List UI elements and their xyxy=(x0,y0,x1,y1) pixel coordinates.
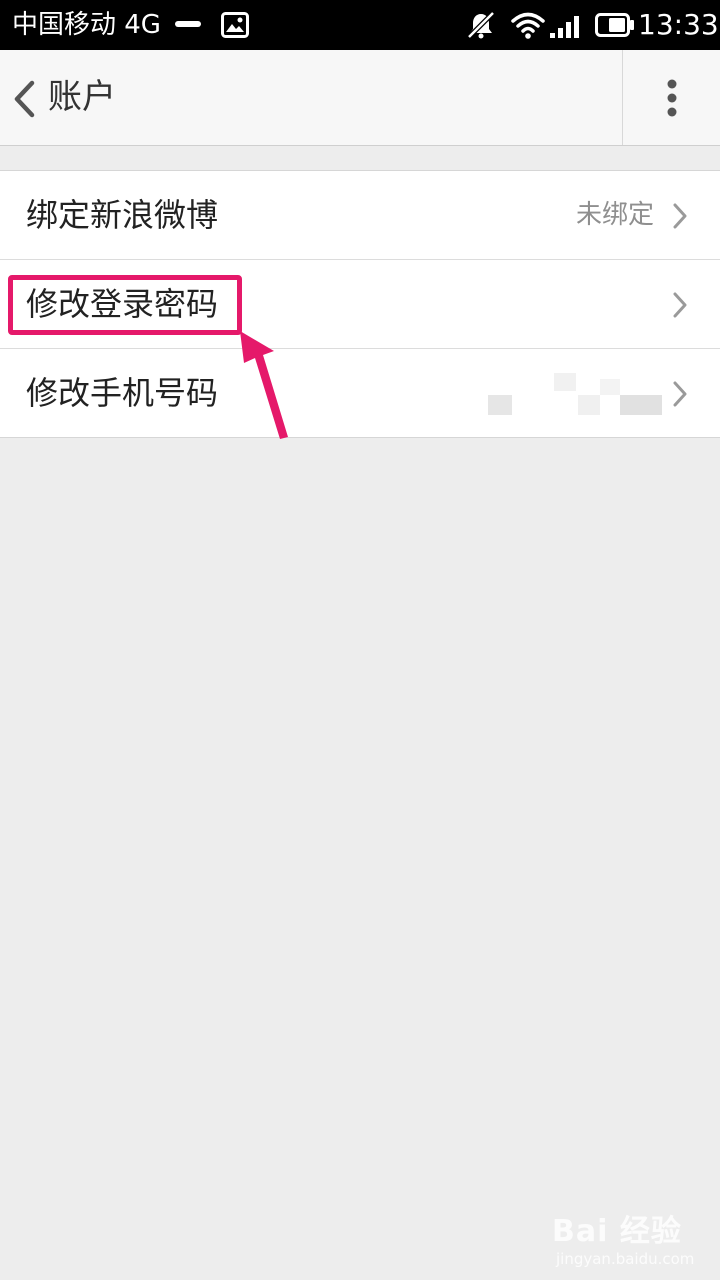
battery-icon xyxy=(595,13,634,37)
watermark-url: jingyan.baidu.com xyxy=(556,1250,695,1268)
image-icon xyxy=(221,12,249,38)
more-options-button[interactable] xyxy=(623,50,720,145)
highlight-box xyxy=(8,275,242,335)
page-title: 账户 xyxy=(48,77,116,117)
setting-label: 修改手机号码 xyxy=(26,374,219,412)
pointer-arrow-icon xyxy=(240,331,288,439)
signal-icon xyxy=(550,16,579,38)
watermark-logo: Bai 经验 xyxy=(552,1214,682,1249)
setting-value: 未绑定 xyxy=(575,200,654,230)
chevron-right-icon xyxy=(673,292,687,318)
app-bar: 账户 xyxy=(0,50,720,146)
clock: 13:33 xyxy=(638,8,719,41)
status-bar: 中国移动 4G 13:33 xyxy=(0,0,720,50)
back-button[interactable]: 账户 xyxy=(0,50,140,145)
chevron-right-icon xyxy=(673,381,687,407)
chevron-right-icon xyxy=(673,203,687,229)
watermark: Bai 经验 jingyan.baidu.com xyxy=(552,1206,694,1268)
wifi-icon xyxy=(511,12,545,39)
setting-bind-weibo[interactable]: 绑定新浪微博 未绑定 xyxy=(0,171,720,259)
carrier-label: 中国移动 4G xyxy=(12,10,161,40)
minus-icon xyxy=(175,21,201,27)
setting-label: 绑定新浪微博 xyxy=(26,196,219,234)
mute-icon xyxy=(467,11,495,39)
back-icon xyxy=(14,80,35,118)
setting-change-phone[interactable]: 修改手机号码 xyxy=(0,348,720,437)
more-vert-icon xyxy=(667,79,677,117)
